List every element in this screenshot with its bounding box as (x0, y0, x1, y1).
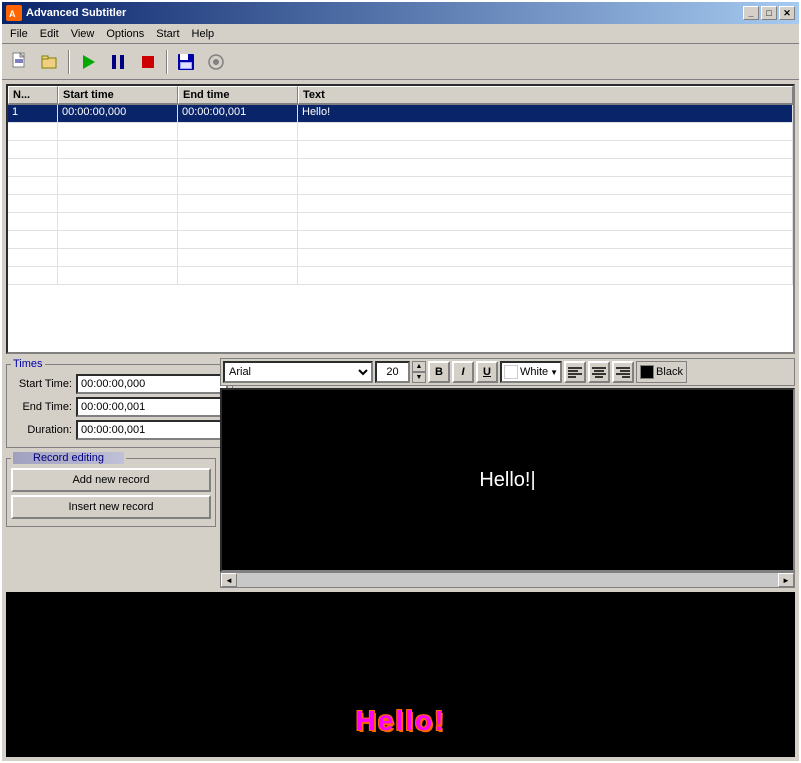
new-button[interactable] (6, 48, 34, 76)
cursor-indicator: | (530, 469, 535, 492)
record-legend-text: Record editing (13, 452, 124, 464)
table-row[interactable] (8, 141, 793, 159)
text-color-selector[interactable]: White ▼ (500, 361, 562, 383)
save-button[interactable] (172, 48, 200, 76)
text-color-box (504, 365, 518, 379)
duration-label: Duration: (11, 424, 76, 436)
end-time-label: End Time: (11, 401, 76, 413)
table-row[interactable] (8, 231, 793, 249)
main-window: A Advanced Subtitler _ □ ✕ File Edit Vie… (0, 0, 801, 763)
subtitle-table: N... Start time End time Text 1 00:00:00… (6, 84, 795, 354)
title-bar: A Advanced Subtitler _ □ ✕ (2, 2, 799, 24)
menu-options[interactable]: Options (100, 26, 150, 42)
table-row[interactable]: 1 00:00:00,000 00:00:00,001 Hello! (8, 105, 793, 123)
right-panel: Arial ▲ ▼ B I U White ▼ (220, 358, 795, 588)
title-bar-buttons: _ □ ✕ (743, 6, 795, 20)
font-size-input[interactable] (375, 361, 410, 383)
menu-file[interactable]: File (4, 26, 34, 42)
preview-text: Hello! (356, 705, 446, 737)
toolbar-sep-1 (68, 50, 70, 74)
table-cell-end: 00:00:00,001 (178, 105, 298, 122)
col-header-start: Start time (58, 86, 178, 104)
scroll-track[interactable] (237, 573, 778, 587)
table-row[interactable] (8, 195, 793, 213)
underline-button[interactable]: U (476, 361, 498, 383)
duration-row: Duration: (11, 420, 228, 440)
size-down-button[interactable]: ▼ (412, 372, 426, 383)
left-panel: Times Start Time: End Time: Duration: (6, 358, 216, 588)
bg-color-label: Black (656, 366, 683, 378)
table-row[interactable] (8, 249, 793, 267)
main-content: N... Start time End time Text 1 00:00:00… (2, 80, 799, 761)
play-button[interactable] (74, 48, 102, 76)
start-time-label: Start Time: (11, 378, 76, 390)
menu-edit[interactable]: Edit (34, 26, 65, 42)
stop-button[interactable] (134, 48, 162, 76)
col-header-num: N... (8, 86, 58, 104)
duration-input[interactable] (76, 420, 228, 440)
record-editing-legend: Record editing (11, 452, 126, 464)
table-cell-num: 1 (8, 105, 58, 122)
bottom-panel: Times Start Time: End Time: Duration: (6, 358, 795, 588)
text-color-label: White (520, 366, 548, 378)
start-time-input[interactable] (76, 374, 228, 394)
menu-help[interactable]: Help (186, 26, 221, 42)
extra-button[interactable] (202, 48, 230, 76)
maximize-button[interactable]: □ (761, 6, 777, 20)
window-title: Advanced Subtitler (26, 7, 743, 19)
toolbar-sep-2 (166, 50, 168, 74)
bg-color-selector[interactable]: Black (636, 361, 687, 383)
font-size-spinner: ▲ ▼ (412, 361, 426, 383)
svg-text:A: A (9, 9, 16, 19)
col-header-end: End time (178, 86, 298, 104)
text-color-chevron-icon[interactable]: ▼ (550, 368, 558, 377)
menu-start[interactable]: Start (150, 26, 185, 42)
insert-new-record-button[interactable]: Insert new record (11, 495, 211, 519)
font-selector[interactable]: Arial (223, 361, 373, 383)
align-center-button[interactable] (588, 361, 610, 383)
size-up-button[interactable]: ▲ (412, 361, 426, 372)
menu-bar: File Edit View Options Start Help (2, 24, 799, 44)
scroll-right-button[interactable]: ► (778, 573, 794, 587)
bold-button[interactable]: B (428, 361, 450, 383)
record-editing-group: Record editing Add new record Insert new… (6, 452, 216, 527)
app-icon: A (6, 5, 22, 21)
menu-view[interactable]: View (65, 26, 101, 42)
editor-scrollbar[interactable]: ◄ ► (220, 572, 795, 588)
table-cell-text: Hello! (298, 105, 793, 122)
align-left-button[interactable] (564, 361, 586, 383)
table-cell-start: 00:00:00,000 (58, 105, 178, 122)
subtitle-text-editor[interactable]: Hello! | (220, 388, 795, 572)
table-row[interactable] (8, 123, 793, 141)
table-row[interactable] (8, 177, 793, 195)
col-header-text: Text (298, 86, 793, 104)
close-button[interactable]: ✕ (779, 6, 795, 20)
bg-color-box (640, 365, 654, 379)
table-header: N... Start time End time Text (8, 86, 793, 105)
italic-button[interactable]: I (452, 361, 474, 383)
end-time-input[interactable] (76, 397, 228, 417)
add-new-record-button[interactable]: Add new record (11, 468, 211, 492)
table-row[interactable] (8, 267, 793, 285)
scroll-left-button[interactable]: ◄ (221, 573, 237, 587)
times-group: Times Start Time: End Time: Duration: (6, 358, 233, 448)
editor-text[interactable]: Hello! (479, 469, 530, 492)
preview-area: Hello! (6, 592, 795, 757)
toolbar (2, 44, 799, 80)
table-row[interactable] (8, 213, 793, 231)
start-time-row: Start Time: (11, 374, 228, 394)
table-body[interactable]: 1 00:00:00,000 00:00:00,001 Hello! (8, 105, 793, 285)
editor-toolbar: Arial ▲ ▼ B I U White ▼ (220, 358, 795, 386)
end-time-row: End Time: (11, 397, 228, 417)
align-right-button[interactable] (612, 361, 634, 383)
minimize-button[interactable]: _ (743, 6, 759, 20)
table-row[interactable] (8, 159, 793, 177)
open-button[interactable] (36, 48, 64, 76)
times-legend: Times (11, 358, 45, 370)
pause-button[interactable] (104, 48, 132, 76)
